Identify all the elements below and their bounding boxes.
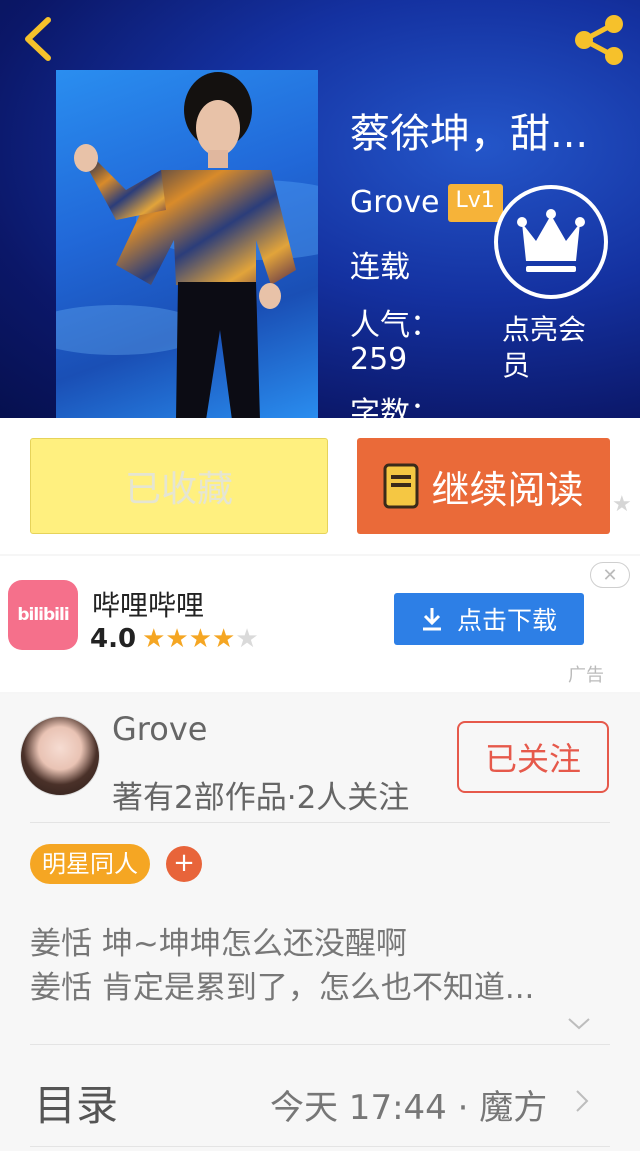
ad-label: 广告 <box>568 665 604 686</box>
card-author-name[interactable]: Grove <box>112 710 207 748</box>
ad-banner[interactable]: bilibili 哔哩哔哩 4.0 ★ ★ ★ ★ ★ 点击下载 ✕ 广告 <box>0 556 640 692</box>
star-icon: ★ <box>612 492 632 517</box>
description-line: 姜恬 坤~坤坤怎么还没醒啊 <box>30 926 407 962</box>
share-icon <box>575 15 623 65</box>
star-icon: ★ <box>188 624 212 654</box>
star-icon: ★ <box>142 624 166 654</box>
divider <box>30 822 610 823</box>
continue-reading-label: 继续阅读 <box>431 467 584 512</box>
divider <box>30 1044 610 1045</box>
vip-button[interactable] <box>494 185 608 299</box>
cover-image <box>56 72 318 418</box>
author-card: Grove 著有2部作品·2人关注 已关注 明星同人 + 姜恬 坤~坤坤怎么还没… <box>0 694 640 1151</box>
download-icon <box>422 608 441 631</box>
author-stats: 著有2部作品·2人关注 <box>112 780 410 816</box>
rating-value: 4.0 <box>90 624 137 654</box>
back-icon <box>25 17 51 61</box>
download-button[interactable]: 点击下载 <box>394 593 584 645</box>
collected-button[interactable]: 已收藏 <box>30 438 328 534</box>
toc-label: 目录 <box>34 1081 119 1130</box>
author-name[interactable]: Grove <box>350 183 440 223</box>
add-tag-button[interactable]: + <box>166 846 202 882</box>
book-header: 蔡徐坤，甜... Grove Lv1 连载 人气： 259 字数： 点亮会员 <box>0 0 640 418</box>
book-description[interactable]: 姜恬 坤~坤坤怎么还没醒啊 姜恬 肯定是累到了，怎么也不知道... <box>30 922 620 1010</box>
continue-reading-button[interactable]: 继续阅读 <box>357 438 610 534</box>
back-button[interactable] <box>18 14 62 64</box>
description-line: 姜恬 肯定是累到了，怎么也不知道... <box>30 970 535 1006</box>
book-title: 蔡徐坤，甜... <box>350 111 589 157</box>
author-row: Grove Lv1 <box>350 183 503 223</box>
word-count-label: 字数： <box>350 396 440 418</box>
avatar[interactable] <box>20 716 100 796</box>
latest-update: 今天 17:44 · 魔方 <box>270 1088 548 1128</box>
share-button[interactable] <box>570 14 628 66</box>
tag-chip[interactable]: 明星同人 <box>30 844 150 884</box>
download-label: 点击下载 <box>456 606 557 635</box>
popularity-value: 259 <box>350 342 408 377</box>
book-icon <box>383 463 419 509</box>
table-of-contents-row[interactable]: 目录 今天 17:44 · 魔方 <box>0 1046 640 1146</box>
divider <box>30 1146 610 1147</box>
serial-status: 连载 <box>350 250 410 285</box>
app-icon[interactable]: bilibili <box>8 580 78 650</box>
follow-button[interactable]: 已关注 <box>457 721 609 793</box>
level-badge: Lv1 <box>447 184 503 222</box>
book-cover[interactable] <box>56 70 318 418</box>
action-bar: 已收藏 继续阅读 <box>0 418 640 554</box>
star-icon: ★ <box>235 624 259 654</box>
star-icon: ★ <box>165 624 189 654</box>
star-icon: ★ <box>212 624 236 654</box>
app-name: 哔哩哔哩 <box>92 589 205 622</box>
crown-icon <box>517 209 585 272</box>
chevron-right-icon <box>576 1090 589 1112</box>
app-rating: 4.0 ★ ★ ★ ★ ★ <box>90 624 259 654</box>
close-icon[interactable]: ✕ <box>590 562 630 588</box>
chevron-down-icon[interactable] <box>566 1016 592 1032</box>
popularity-label: 人气： <box>350 308 440 343</box>
vip-label[interactable]: 点亮会员 <box>502 312 612 384</box>
